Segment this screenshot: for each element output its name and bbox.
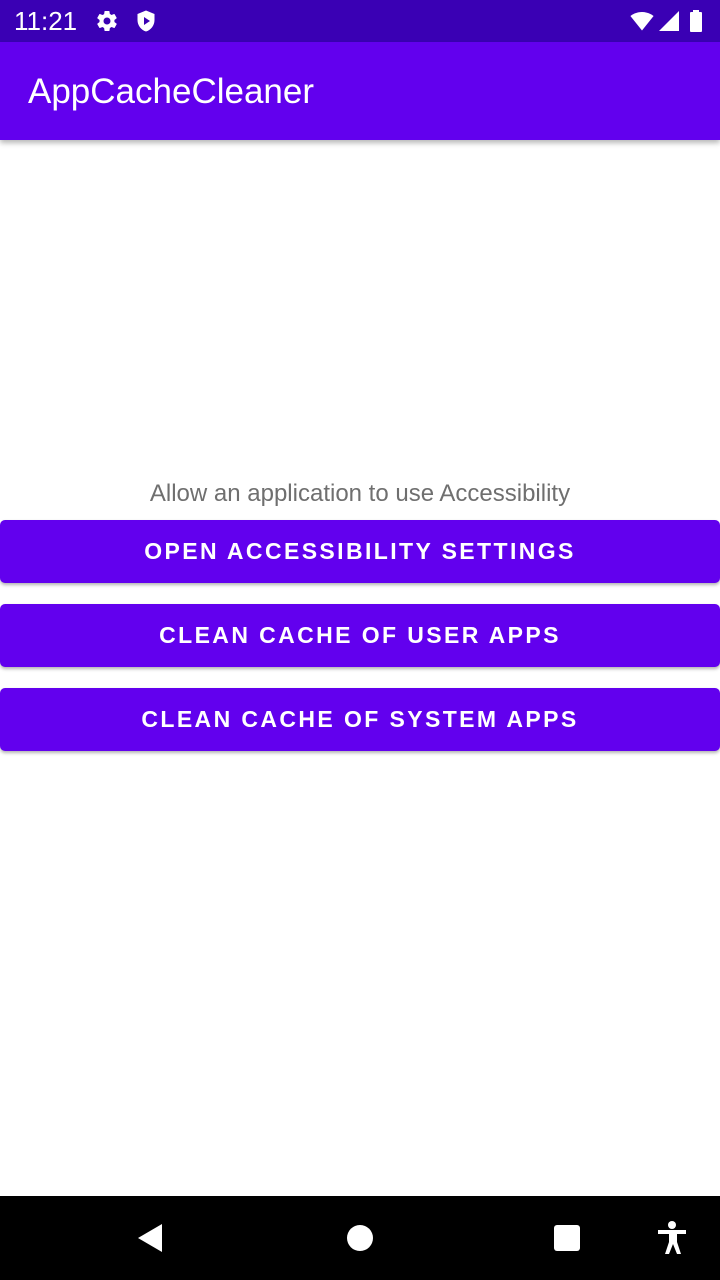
accessibility-instruction: Allow an application to use Accessibilit… [149,480,571,507]
battery-icon [688,9,704,33]
shield-icon [134,9,158,33]
recents-icon[interactable] [545,1216,589,1260]
accessibility-icon[interactable] [650,1216,694,1260]
app-screen: 11:21 AppCacheCleaner Allow an applicati… [0,0,720,1280]
app-bar: AppCacheCleaner [0,42,720,140]
clean-system-apps-cache-button[interactable]: CLEAN CACHE OF SYSTEM APPS [0,688,720,751]
open-accessibility-settings-button[interactable]: OPEN ACCESSIBILITY SETTINGS [0,520,720,583]
status-bar: 11:21 [0,0,720,42]
navigation-bar [0,1196,720,1280]
back-icon[interactable] [128,1216,172,1260]
signal-icon [657,9,681,33]
clean-user-apps-cache-button[interactable]: CLEAN CACHE OF USER APPS [0,604,720,667]
settings-icon [95,9,119,33]
app-title: AppCacheCleaner [28,72,315,111]
status-time: 11:21 [14,6,78,36]
home-icon[interactable] [338,1216,382,1260]
wifi-icon [630,9,654,33]
